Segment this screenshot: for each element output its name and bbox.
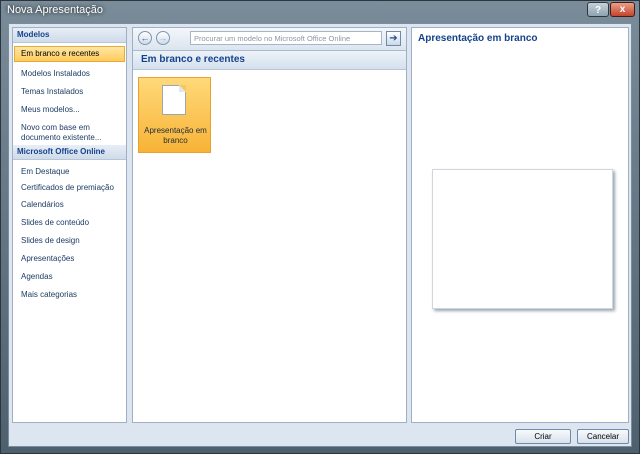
- category-item-em-destaque[interactable]: Em Destaque: [13, 165, 126, 179]
- forward-arrow-icon[interactable]: →: [156, 31, 170, 45]
- category-item-modelos-instalados[interactable]: Modelos Instalados: [13, 67, 126, 81]
- category-panel: Modelos Em branco e recentes Modelos Ins…: [12, 27, 127, 423]
- category-item-meus-modelos[interactable]: Meus modelos...: [13, 103, 126, 117]
- category-item-slides-design[interactable]: Slides de design: [13, 234, 126, 248]
- document-icon: [162, 85, 186, 115]
- category-item-certificados[interactable]: Certificados de premiação: [13, 181, 126, 195]
- back-arrow-icon[interactable]: ←: [138, 31, 152, 45]
- template-blank-presentation[interactable]: Apresentação em branco: [138, 77, 211, 153]
- section-header-modelos: Modelos: [13, 28, 126, 43]
- category-item-slides-conteudo[interactable]: Slides de conteúdo: [13, 216, 126, 230]
- section-header-office-online: Microsoft Office Online: [13, 145, 126, 160]
- window-title: Nova Apresentação: [7, 4, 104, 16]
- category-item-temas-instalados[interactable]: Temas Instalados: [13, 85, 126, 99]
- template-panel: ← → Procurar um modelo no Microsoft Offi…: [132, 27, 407, 423]
- slide-preview: [432, 169, 613, 309]
- category-item-agendas[interactable]: Agendas: [13, 270, 126, 284]
- preview-panel: Apresentação em branco: [411, 27, 629, 423]
- template-label: Apresentação em branco: [144, 126, 207, 145]
- dialog-window: Nova Apresentação ? x Modelos Em branco …: [0, 0, 640, 454]
- template-section-title: Em branco e recentes: [133, 51, 406, 70]
- category-item-mais-categorias[interactable]: Mais categorias: [13, 288, 126, 302]
- title-bar[interactable]: Nova Apresentação ? x: [1, 1, 639, 21]
- help-button[interactable]: ?: [587, 2, 609, 17]
- category-item-calendarios[interactable]: Calendários: [13, 198, 126, 212]
- category-item-apresentacoes[interactable]: Apresentações: [13, 252, 126, 266]
- preview-title: Apresentação em branco: [418, 33, 538, 44]
- search-go-button[interactable]: ➔: [386, 31, 401, 46]
- category-item-novo-existente[interactable]: Novo com base em documento existente...: [13, 121, 126, 145]
- search-input[interactable]: Procurar um modelo no Microsoft Office O…: [190, 31, 382, 45]
- create-button[interactable]: Criar: [515, 429, 571, 444]
- navigation-bar: ← → Procurar um modelo no Microsoft Offi…: [133, 28, 406, 51]
- cancel-button[interactable]: Cancelar: [577, 429, 629, 444]
- category-item-em-branco[interactable]: Em branco e recentes: [14, 46, 125, 62]
- close-button[interactable]: x: [610, 2, 635, 17]
- dialog-content: Modelos Em branco e recentes Modelos Ins…: [8, 23, 632, 447]
